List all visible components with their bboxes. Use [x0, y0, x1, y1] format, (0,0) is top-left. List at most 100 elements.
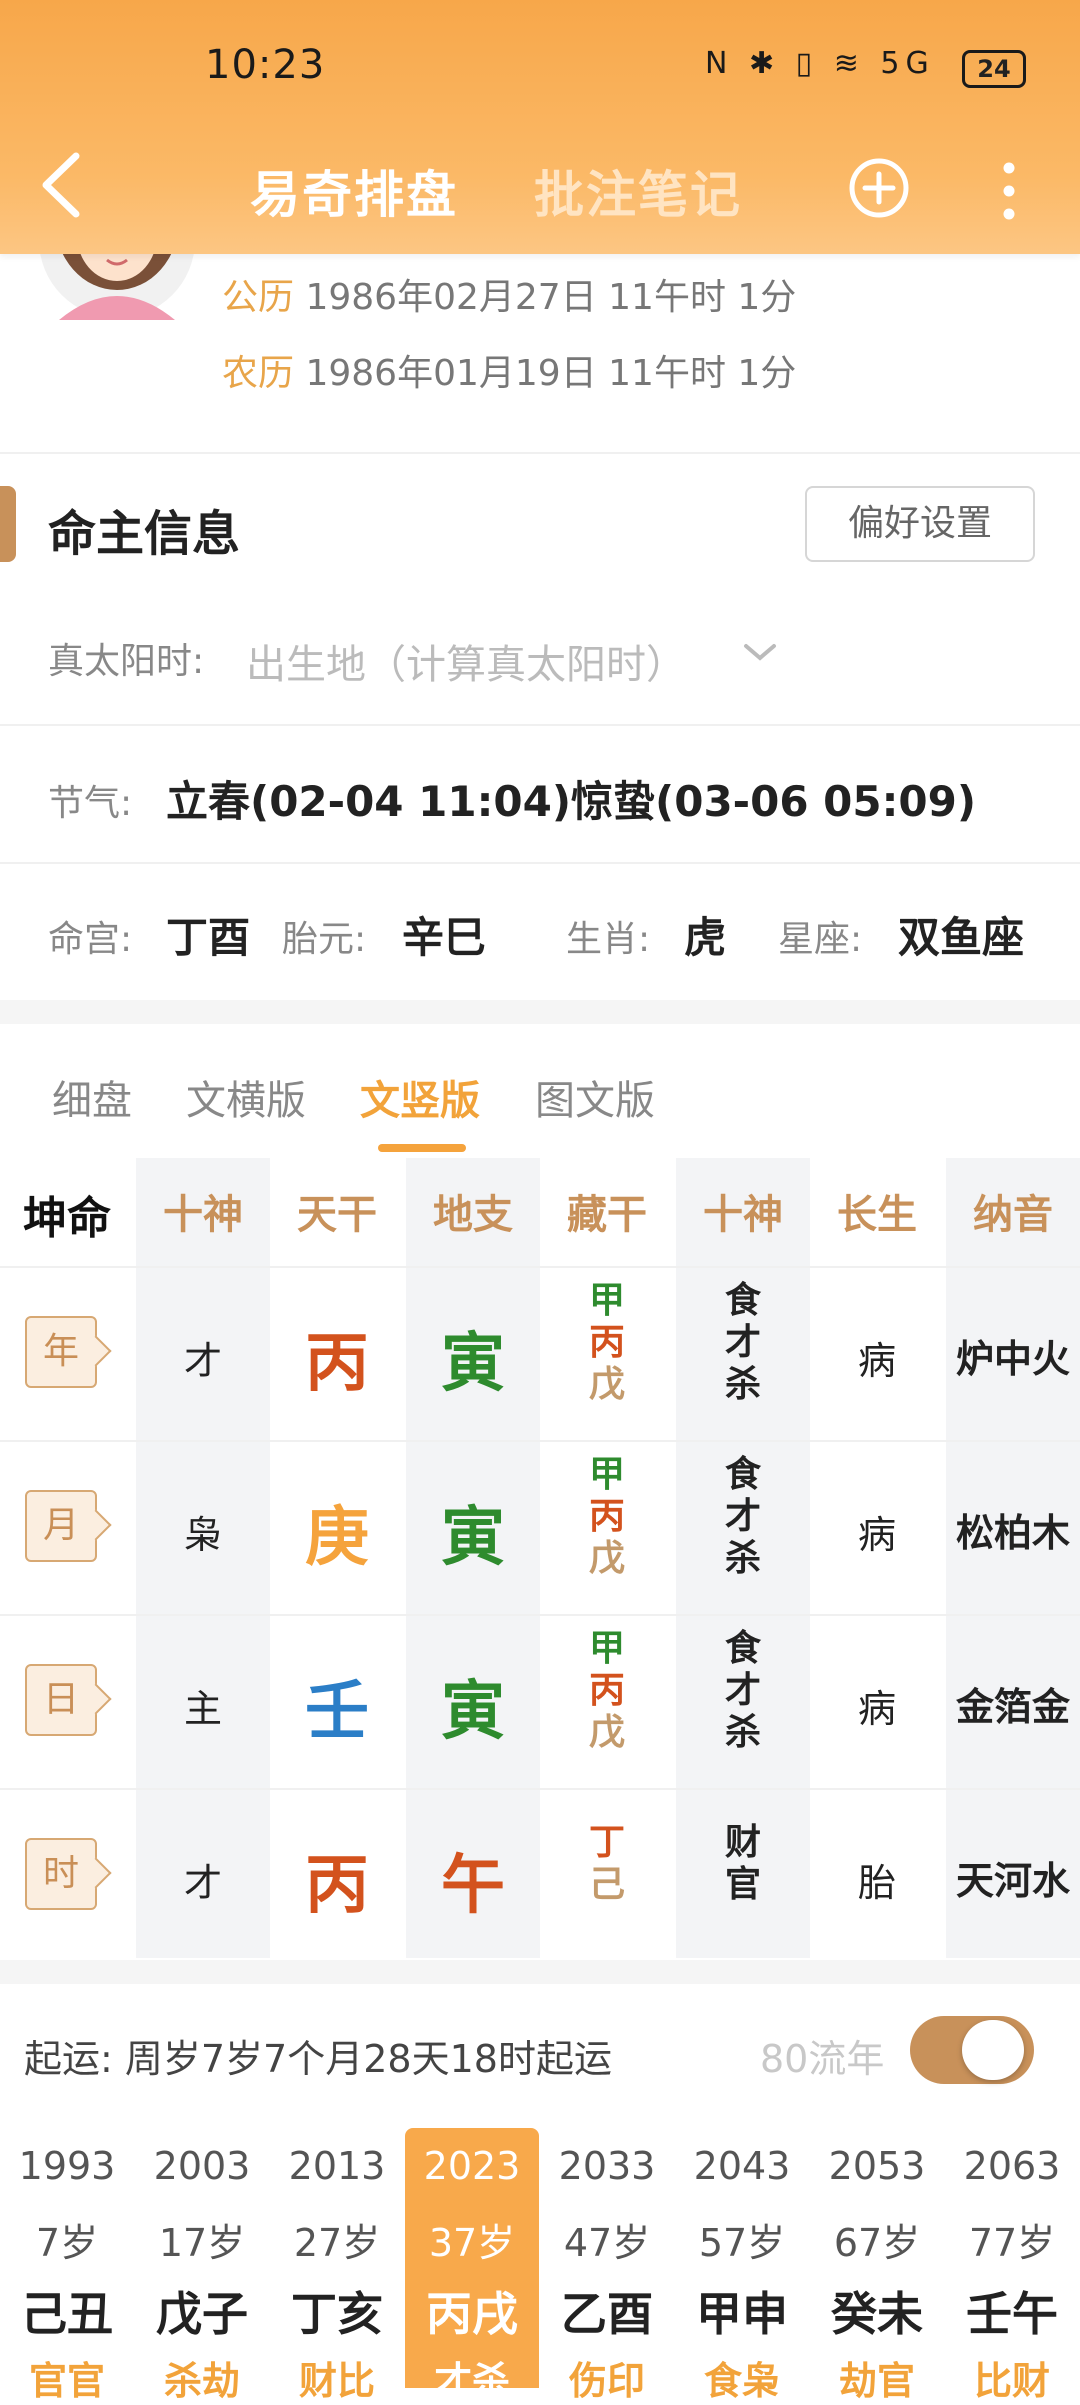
- jieqi-value: 立春(02-04 11:04)惊蛰(03-06 05:09): [166, 777, 977, 826]
- year-changsheng: 病: [857, 1339, 896, 1383]
- tab-wen-heng[interactable]: 文横版: [186, 1068, 306, 1126]
- month-shishen: 枭: [183, 1513, 222, 1557]
- dayun-shishen: 比财: [973, 2359, 1050, 2403]
- dayun-cell[interactable]: 2003 17岁 戊子 杀劫: [135, 2128, 269, 2403]
- dayun-shishen: 官官: [28, 2359, 105, 2403]
- dayun-shishen: 伤印: [568, 2359, 645, 2403]
- dayun-ganzhi: 癸未: [831, 2287, 923, 2341]
- solar-date-value: 1986年02月27日 11午时 1分: [305, 277, 797, 318]
- hour-changsheng: 胎: [857, 1861, 896, 1905]
- dayun-cell[interactable]: 2033 47岁 乙酉 伤印: [540, 2128, 674, 2403]
- dayun-shishen: 才杀: [433, 2359, 510, 2403]
- header-tiangan: 天干: [297, 1192, 377, 1238]
- dayun-age: 67岁: [833, 2221, 921, 2265]
- canggan-char: 丙: [588, 1496, 625, 1537]
- day-shishen: 主: [183, 1687, 222, 1731]
- dayun-year: 2003: [153, 2144, 251, 2188]
- year-nayin: 炉中火: [955, 1337, 1070, 1381]
- dayun-age: 57岁: [698, 2221, 786, 2265]
- solar-time-label: 真太阳时:: [48, 641, 205, 682]
- pillar-tag-year: 年: [25, 1316, 97, 1388]
- hour-gan: 丙: [305, 1849, 369, 1923]
- day-gan: 壬: [305, 1675, 369, 1749]
- dayun-cell[interactable]: 2063 77岁 壬午 比财: [945, 2128, 1079, 2403]
- tab-yiqi-paipan[interactable]: 易奇排盘: [250, 155, 458, 227]
- preference-settings-button[interactable]: 偏好设置: [805, 486, 1035, 562]
- dayun-year: 2063: [963, 2144, 1061, 2188]
- dayun-cell[interactable]: 2043 57岁 甲申 食枭: [675, 2128, 809, 2403]
- dayun-shishen: 财比: [298, 2359, 375, 2403]
- dayun-ganzhi: 乙酉: [561, 2287, 653, 2341]
- back-arrow-icon[interactable]: [38, 150, 84, 220]
- dayun-age: 7岁: [35, 2221, 99, 2265]
- dayun-cell[interactable]: 1993 7岁 己丑 官官: [0, 2128, 134, 2403]
- taiyuan-label: 胎元:: [282, 919, 367, 960]
- cang-shishen-char: 食: [724, 1280, 761, 1321]
- pillar-tag-hour: 时: [25, 1838, 97, 1910]
- dayun-cell[interactable]: 2053 67岁 癸未 劫官: [810, 2128, 944, 2403]
- cang-shishen-char: 才: [724, 1496, 761, 1537]
- xingzuo-value: 双鱼座: [898, 913, 1025, 962]
- tab-annotation-notes[interactable]: 批注笔记: [534, 155, 742, 227]
- dayun-ganzhi: 壬午: [966, 2287, 1058, 2341]
- canggan-char: 戊: [588, 1364, 625, 1405]
- solar-date-tag: 公历: [222, 277, 295, 318]
- section-separator: [0, 1960, 1080, 1984]
- section-accent-bar: [0, 486, 16, 562]
- month-gan: 庚: [305, 1501, 369, 1575]
- cang-shishen-char: 食: [724, 1628, 761, 1669]
- row-divider: [0, 1266, 1080, 1268]
- chevron-down-icon[interactable]: [742, 640, 778, 664]
- lunar-date-row: 农历 1986年01月19日 11午时 1分: [222, 344, 796, 396]
- active-tab-indicator: [378, 1144, 466, 1152]
- canggan-char: 甲: [588, 1628, 625, 1669]
- birthplace-selector[interactable]: 出生地（计算真太阳时）: [246, 632, 686, 690]
- row-divider: [0, 1788, 1080, 1790]
- status-icons: N ✱ ▯ ≋ 5G: [705, 46, 935, 81]
- hour-cang-shishen: 财 官: [676, 1822, 810, 1906]
- minggong-label: 命宫:: [48, 919, 133, 960]
- dayun-year: 2013: [288, 2144, 386, 2188]
- header-changsheng: 长生: [837, 1192, 917, 1238]
- month-canggan: 甲 丙 戊: [540, 1454, 674, 1580]
- status-time: 10:23: [205, 42, 326, 88]
- dayun-shishen: 杀劫: [163, 2359, 240, 2403]
- tab-wen-shu[interactable]: 文竖版: [360, 1068, 480, 1126]
- dayun-ganzhi: 甲申: [696, 2287, 788, 2341]
- pillar-tag-day: 日: [25, 1664, 97, 1736]
- cang-shishen-char: 才: [724, 1322, 761, 1363]
- add-circle-icon[interactable]: [848, 157, 910, 219]
- toggle-knob[interactable]: [962, 2020, 1024, 2080]
- shengxiao-value: 虎: [684, 913, 727, 962]
- day-cang-shishen: 食 才 杀: [676, 1628, 810, 1754]
- canggan-char: 丙: [588, 1670, 625, 1711]
- more-vertical-icon[interactable]: [1003, 162, 1015, 220]
- canggan-char: 甲: [588, 1280, 625, 1321]
- divider: [0, 724, 1080, 726]
- cang-shishen-char: 杀: [724, 1712, 761, 1753]
- dayun-cell[interactable]: 2013 27岁 丁亥 财比: [270, 2128, 404, 2403]
- lunar-date-tag: 农历: [222, 353, 295, 394]
- day-canggan: 甲 丙 戊: [540, 1628, 674, 1754]
- app-header: 10:23 N ✱ ▯ ≋ 5G 24 易奇排盘 批注笔记: [0, 0, 1080, 254]
- hour-zhi: 午: [441, 1849, 505, 1923]
- tab-tuwen[interactable]: 图文版: [535, 1068, 655, 1126]
- dayun-age: 47岁: [563, 2221, 651, 2265]
- cang-shishen-char: 食: [724, 1454, 761, 1495]
- gender-label: 坤命: [23, 1193, 111, 1244]
- dayun-ganzhi: 丙戌: [426, 2287, 518, 2341]
- day-nayin: 金箔金: [955, 1685, 1070, 1729]
- row-divider: [0, 1614, 1080, 1616]
- cang-shishen-char: 财: [724, 1822, 761, 1863]
- header-cang-shishen: 十神: [703, 1192, 783, 1238]
- tab-xipan[interactable]: 细盘: [52, 1068, 132, 1126]
- dayun-age: 17岁: [158, 2221, 246, 2265]
- header-canggan: 藏干: [567, 1192, 647, 1238]
- dayun-year: 2033: [558, 2144, 656, 2188]
- year-zhi: 寅: [441, 1327, 505, 1401]
- dayun-year: 2023: [423, 2144, 521, 2188]
- row-divider: [0, 1440, 1080, 1442]
- cang-shishen-char: 杀: [724, 1538, 761, 1579]
- jieqi-label: 节气:: [48, 783, 133, 824]
- dayun-cell-active[interactable]: 2023 37岁 丙戌 才杀: [405, 2128, 539, 2403]
